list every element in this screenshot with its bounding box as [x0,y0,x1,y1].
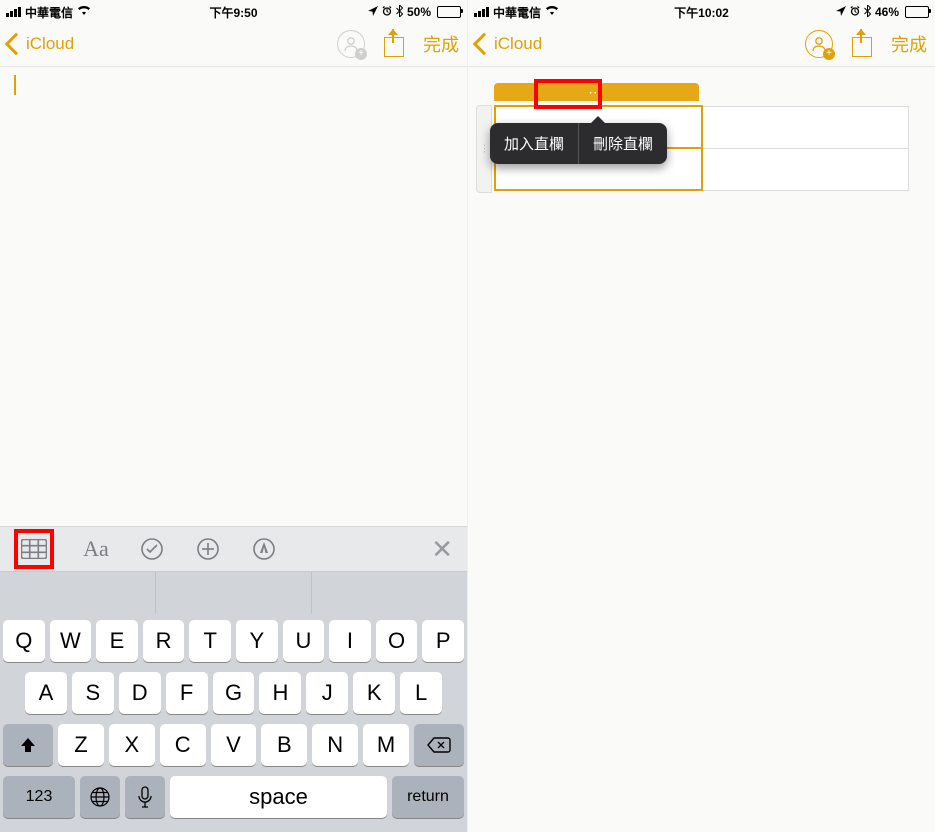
key-g[interactable]: G [213,672,255,714]
battery-pct: 50% [407,5,431,19]
highlight-annotation [14,529,54,569]
clock: 下午10:02 [674,4,729,21]
wifi-icon [77,5,91,19]
done-button[interactable]: 完成 [891,31,927,57]
battery-icon [437,6,461,18]
note-editor[interactable] [0,67,467,103]
done-button[interactable]: 完成 [423,31,459,57]
key-n[interactable]: N [312,724,358,766]
key-c[interactable]: C [160,724,206,766]
location-icon [368,5,378,19]
return-key[interactable]: return [392,776,464,818]
back-label: iCloud [26,34,74,54]
table-cell[interactable] [702,148,909,190]
key-a[interactable]: A [25,672,67,714]
table-cell[interactable] [702,106,909,148]
carrier-label: 中華電信 [25,4,73,21]
key-v[interactable]: V [211,724,257,766]
alarm-icon [382,5,392,19]
dictation-key[interactable] [125,776,165,818]
globe-key[interactable] [80,776,120,818]
text-cursor [14,75,16,95]
keyboard: Q W E R T Y U I O P A S D F G H [0,614,467,832]
column-context-menu: 加入直欄 刪除直欄 [490,123,667,164]
key-f[interactable]: F [166,672,208,714]
key-z[interactable]: Z [58,724,104,766]
space-key[interactable]: space [170,776,387,818]
signal-icon [6,7,21,17]
battery-icon [905,6,929,18]
status-bar: 中華電信 下午9:50 50% [0,0,467,22]
alarm-icon [850,5,860,19]
clock: 下午9:50 [209,4,257,21]
bluetooth-icon [396,5,403,20]
key-b[interactable]: B [261,724,307,766]
shift-key[interactable] [3,724,53,766]
key-m[interactable]: M [363,724,409,766]
key-o[interactable]: O [376,620,418,662]
battery-pct: 46% [875,5,899,19]
autocorrect-bar[interactable] [0,571,467,614]
plus-badge-icon: + [355,48,367,60]
key-d[interactable]: D [119,672,161,714]
note-table[interactable]: ⋯ ⋯ 加入直欄 刪除直欄 [494,105,909,191]
nav-bar: iCloud + 完成 [468,22,935,67]
location-icon [836,5,846,19]
key-e[interactable]: E [96,620,138,662]
key-y[interactable]: Y [236,620,278,662]
add-people-button[interactable]: + [337,30,365,58]
checklist-icon[interactable] [138,535,166,563]
chevron-left-icon [473,33,496,56]
backspace-key[interactable] [414,724,464,766]
carrier-label: 中華電信 [493,4,541,21]
markup-icon[interactable] [250,535,278,563]
key-i[interactable]: I [329,620,371,662]
numeric-key[interactable]: 123 [3,776,75,818]
delete-column-button[interactable]: 刪除直欄 [579,123,667,164]
back-button[interactable]: iCloud [8,34,74,54]
key-q[interactable]: Q [3,620,45,662]
highlight-annotation [534,79,602,109]
key-r[interactable]: R [143,620,185,662]
add-attachment-icon[interactable] [194,535,222,563]
key-u[interactable]: U [283,620,325,662]
key-j[interactable]: J [306,672,348,714]
share-button[interactable] [851,31,873,57]
key-t[interactable]: T [189,620,231,662]
add-people-button[interactable]: + [805,30,833,58]
dismiss-keyboard-button[interactable]: ✕ [431,534,453,565]
back-button[interactable]: iCloud [476,34,542,54]
screenshot-left: 中華電信 下午9:50 50% iCloud [0,0,468,832]
note-editor[interactable]: ⋯ ⋯ 加入直欄 刪除直欄 [468,67,935,199]
plus-badge-icon: + [823,48,835,60]
share-button[interactable] [383,31,405,57]
add-column-button[interactable]: 加入直欄 [490,123,579,164]
text-format-icon[interactable]: Aa [82,535,110,563]
bluetooth-icon [864,5,871,20]
screenshot-right: 中華電信 下午10:02 46% iCloud [468,0,935,832]
signal-icon [474,7,489,17]
wifi-icon [545,5,559,19]
format-toolbar: Aa ✕ [0,526,467,571]
chevron-left-icon [5,33,28,56]
key-w[interactable]: W [50,620,92,662]
key-p[interactable]: P [422,620,464,662]
key-h[interactable]: H [259,672,301,714]
key-k[interactable]: K [353,672,395,714]
status-bar: 中華電信 下午10:02 46% [468,0,935,22]
key-s[interactable]: S [72,672,114,714]
key-x[interactable]: X [109,724,155,766]
key-l[interactable]: L [400,672,442,714]
back-label: iCloud [494,34,542,54]
table-icon[interactable] [20,535,48,563]
keyboard-area: Aa ✕ Q W E [0,526,467,832]
nav-bar: iCloud + 完成 [0,22,467,67]
